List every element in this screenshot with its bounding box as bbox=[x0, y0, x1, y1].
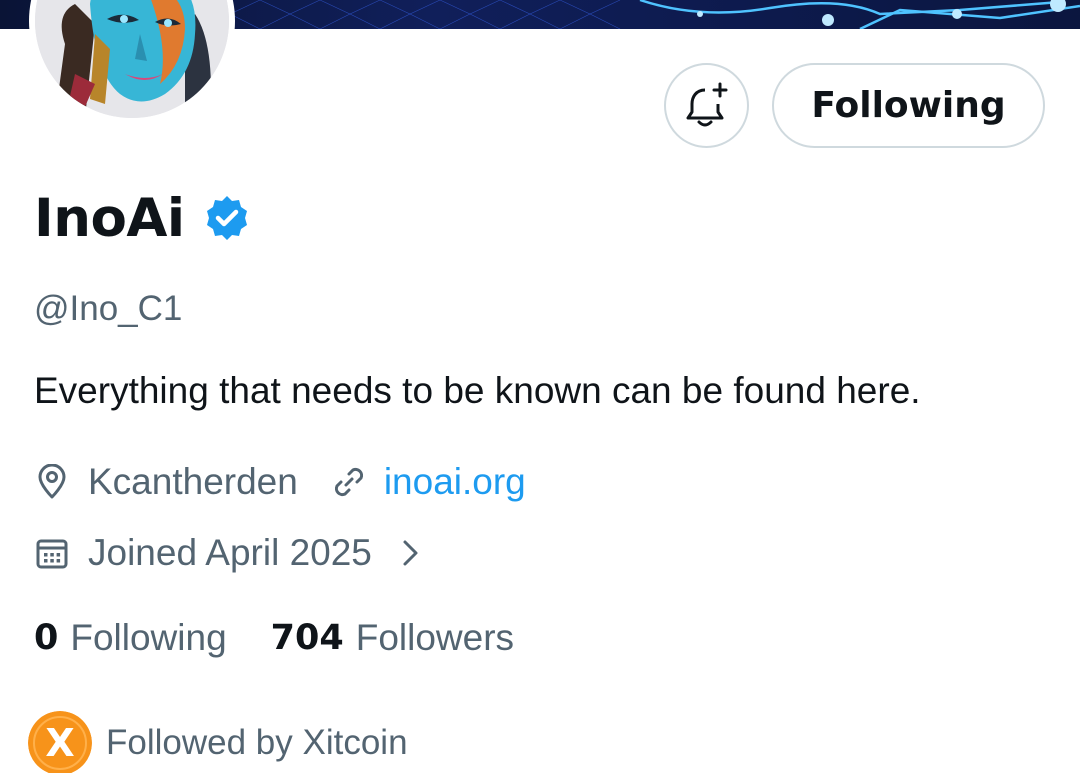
following-button[interactable]: Following bbox=[772, 63, 1045, 148]
link-icon bbox=[334, 467, 363, 497]
profile-bio: Everything that needs to be known can be… bbox=[34, 370, 921, 411]
chevron-right-icon bbox=[403, 540, 418, 566]
xitcoin-avatar: X bbox=[28, 711, 92, 773]
followers-count: 704 bbox=[270, 618, 344, 658]
location-text: Kcantherden bbox=[88, 461, 298, 502]
name-row: InoAi bbox=[34, 186, 251, 250]
followed-by-row[interactable]: X Followed by Xitcoin bbox=[28, 711, 408, 773]
display-name: InoAi bbox=[34, 187, 185, 249]
xitcoin-letter: X bbox=[45, 721, 74, 765]
joined-date: Joined April 2025 bbox=[88, 532, 372, 573]
notifications-button[interactable] bbox=[664, 63, 749, 148]
location-website-row: Kcantherden inoai.org bbox=[34, 458, 526, 506]
profile-avatar[interactable] bbox=[29, 0, 235, 124]
following-label: Following bbox=[70, 617, 227, 658]
location-pin-icon bbox=[38, 464, 66, 499]
calendar-icon bbox=[36, 539, 68, 569]
verified-badge-icon[interactable] bbox=[203, 194, 251, 242]
following-count: 0 bbox=[34, 618, 59, 658]
following-stat[interactable]: 0 Following bbox=[34, 617, 227, 659]
joined-row[interactable]: Joined April 2025 bbox=[34, 529, 424, 577]
website-link[interactable]: inoai.org bbox=[384, 461, 526, 503]
user-handle: @Ino_C1 bbox=[34, 289, 183, 328]
follow-stats: 0 Following 704 Followers bbox=[34, 614, 514, 662]
followers-stat[interactable]: 704 Followers bbox=[271, 617, 514, 659]
followers-label: Followers bbox=[355, 617, 515, 658]
followed-by-text: Followed by Xitcoin bbox=[106, 723, 408, 762]
robot-face-portrait bbox=[35, 0, 229, 118]
bell-plus-icon bbox=[686, 82, 727, 126]
